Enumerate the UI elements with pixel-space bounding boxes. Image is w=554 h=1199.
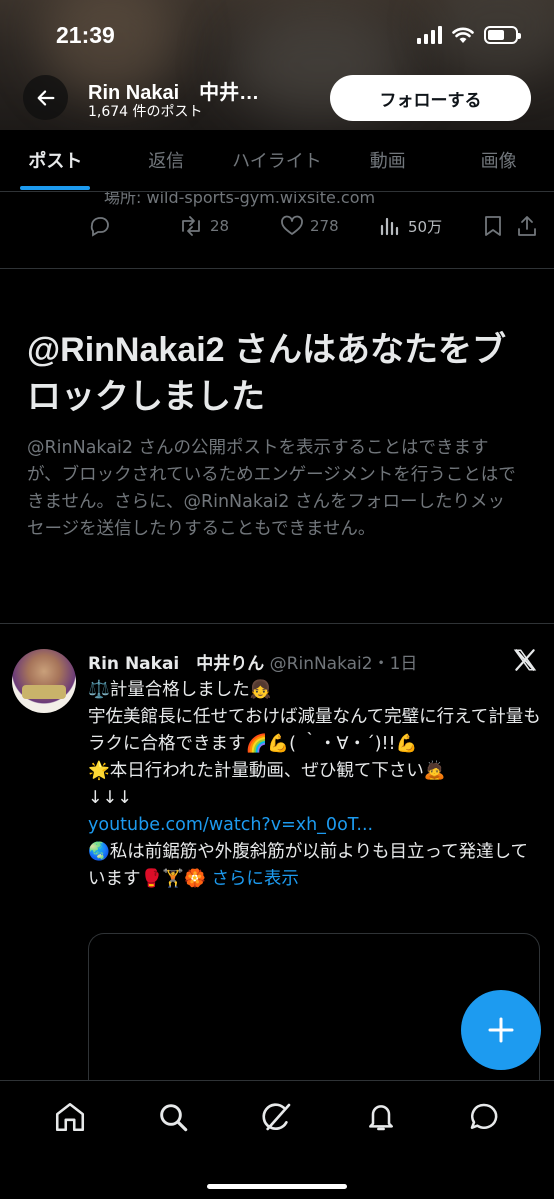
like-button[interactable]: 278 — [280, 214, 378, 238]
bookmark-button[interactable] — [482, 214, 516, 238]
post-actions: 28 278 50万 — [88, 214, 540, 238]
block-description: @RinNakai2 さんの公開ポストを表示することはできますが、ブロックされて… — [27, 438, 516, 539]
nav-notifications[interactable] — [361, 1097, 401, 1137]
tab-label: 画像 — [480, 151, 517, 172]
tab-label: ポスト — [28, 151, 83, 172]
active-tab-indicator — [20, 186, 91, 190]
profile-tabs: ポスト 返信 ハイライト 動画 画像 — [0, 130, 554, 192]
previous-post[interactable]: 場所: wild-sports-gym.wixsite.com 28 278 5… — [0, 192, 554, 269]
battery-icon — [484, 26, 521, 44]
tweet-line: 🌟本日行われた計量動画、ぜひ観て下さい🙇 — [88, 761, 446, 781]
post-text: 場所: wild-sports-gym.wixsite.com — [104, 192, 376, 207]
tab-replies[interactable]: 返信 — [111, 130, 222, 190]
tab-label: 返信 — [148, 151, 185, 172]
tweet-line-text: 🌏私は前鋸筋や外腹斜筋が以前よりも目立って発達しています🥊🏋️🏵️ — [88, 842, 529, 889]
tab-label: ハイライト — [232, 151, 322, 172]
grok-icon — [262, 1103, 291, 1131]
tweet-line: ↓↓↓ — [88, 788, 132, 808]
heart-icon — [281, 215, 303, 235]
status-time: 21:39 — [56, 22, 115, 48]
tweet-line: 🌏私は前鋸筋や外腹斜筋が以前よりも目立って発達しています🥊🏋️🏵️ さらに表示 — [88, 839, 544, 893]
views-chart-icon — [380, 217, 399, 236]
plus-icon — [488, 1017, 514, 1043]
tweet-line: 宇佐美館長に任せておけば減量なんて完璧に行えて計量もラクに合格できます🌈💪( ｀… — [88, 707, 541, 754]
tweet-header: Rin Nakai 中井りん @RinNakai2・1日 — [88, 649, 417, 674]
wifi-icon — [452, 27, 474, 43]
views-button[interactable]: 50万 — [378, 214, 482, 238]
show-more-link[interactable]: さらに表示 — [211, 869, 299, 889]
bookmark-icon — [485, 216, 501, 236]
nav-grok[interactable] — [257, 1097, 297, 1137]
bell-icon — [368, 1105, 393, 1131]
retweet-count: 28 — [210, 217, 230, 235]
tab-highlights[interactable]: ハイライト — [222, 130, 333, 190]
view-count: 50万 — [408, 217, 443, 236]
home-indicator — [207, 1184, 347, 1189]
tab-videos[interactable]: 動画 — [332, 130, 443, 190]
tweet-body: ⚖️計量合格しました👧 宇佐美館長に任せておけば減量なんて完璧に行えて計量もラク… — [88, 677, 544, 893]
tweet-handle-time: @RinNakai2・1日 — [264, 654, 418, 674]
share-button[interactable] — [516, 214, 540, 238]
arrow-left-icon — [37, 89, 54, 106]
retweet-icon — [182, 216, 200, 236]
nav-home[interactable] — [50, 1097, 90, 1137]
compose-button[interactable] — [461, 990, 541, 1070]
status-icons — [417, 26, 521, 44]
retweet-button[interactable]: 28 — [178, 214, 280, 238]
tweet-line: ⚖️計量合格しました👧 — [88, 680, 272, 700]
share-icon — [518, 216, 536, 236]
tab-images[interactable]: 画像 — [443, 130, 554, 190]
reply-button[interactable] — [88, 214, 178, 238]
block-notice: @RinNakai2 さんはあなたをブロックしました @RinNakai2 さん… — [0, 269, 554, 624]
cellular-signal-icon — [417, 26, 442, 44]
x-logo-icon — [512, 647, 538, 677]
block-title: @RinNakai2 さんはあなたをブロックしました — [27, 331, 507, 416]
home-icon — [55, 1102, 84, 1132]
tab-posts[interactable]: ポスト — [0, 130, 111, 190]
nav-search[interactable] — [153, 1097, 193, 1137]
avatar[interactable] — [12, 649, 76, 713]
back-button[interactable] — [23, 75, 68, 120]
search-icon — [160, 1104, 188, 1132]
post-count: 1,674 件のポスト — [88, 104, 203, 120]
tab-label: 動画 — [369, 151, 406, 172]
message-icon — [470, 1103, 498, 1129]
bottom-nav — [0, 1080, 554, 1199]
reply-icon — [90, 217, 109, 237]
tweet-author-name[interactable]: Rin Nakai 中井りん — [88, 654, 264, 674]
nav-messages[interactable] — [464, 1097, 504, 1137]
follow-button[interactable]: フォローする — [330, 75, 531, 121]
tweet-link[interactable]: youtube.com/watch?v=xh_0oT... — [88, 812, 544, 839]
like-count: 278 — [310, 217, 339, 235]
